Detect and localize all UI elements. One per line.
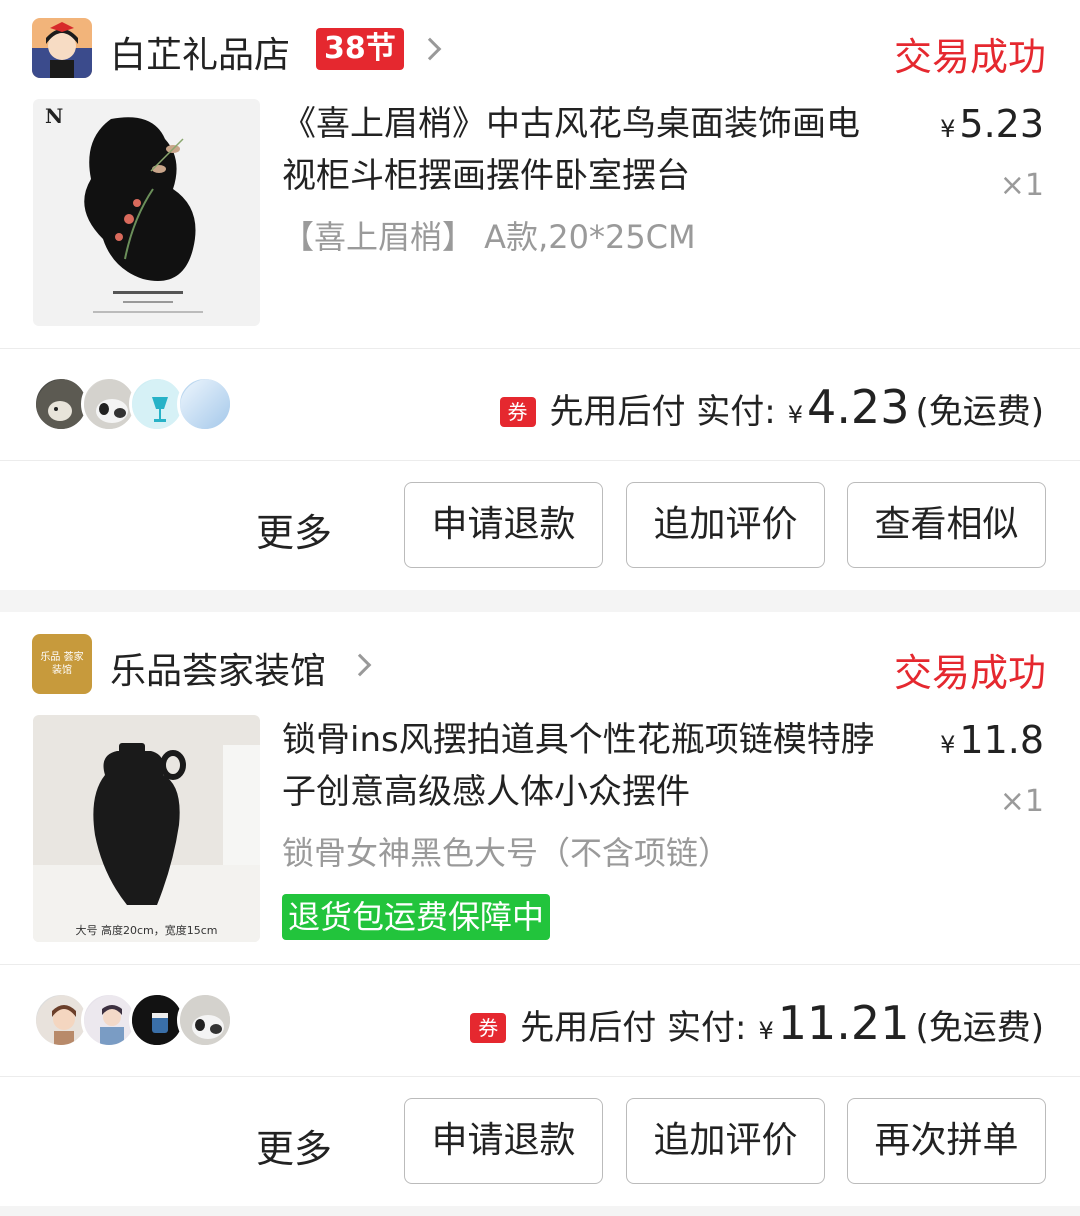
svg-text:N: N	[45, 104, 63, 128]
order-status: 交易成功	[893, 35, 1046, 79]
image-caption: 大号 高度20cm，宽度15cm	[75, 924, 218, 937]
coupon-icon: 券	[499, 397, 536, 427]
shop-logo[interactable]: 乐品 荟家装馆	[32, 634, 92, 694]
avatar	[177, 376, 233, 432]
shop-avatar[interactable]	[32, 18, 92, 78]
product-quantity: ×1	[999, 168, 1044, 203]
product-spec: 锁骨女神黑色大号（不含项链）	[282, 834, 731, 872]
divider	[0, 348, 1080, 349]
product-image[interactable]: 大号 高度20cm，宽度15cm	[33, 715, 260, 942]
product-price: ¥11.8	[940, 718, 1044, 762]
request-refund-button[interactable]: 申请退款	[404, 482, 603, 568]
shop-name[interactable]: 乐品荟家装馆	[110, 642, 326, 694]
price-value: 11.8	[959, 718, 1044, 762]
order-card: 乐品 荟家装馆 乐品荟家装馆 交易成功 大号 高度20cm，宽度15cm 锁骨i…	[0, 612, 1080, 1206]
more-button[interactable]: 更多	[256, 1118, 332, 1173]
add-review-button[interactable]: 追加评价	[626, 1098, 825, 1184]
paid-amount: 11.21	[777, 996, 910, 1050]
chevron-right-icon[interactable]	[418, 37, 442, 61]
order-card: 白芷礼品店 38节 交易成功 N 《喜上眉梢》中古风花鸟桌面装饰画电视柜斗柜摆画…	[0, 0, 1080, 590]
chevron-right-icon[interactable]	[348, 653, 372, 677]
pay-label: 先用后付 实付:	[549, 392, 776, 432]
product-spec: 【喜上眉梢】 A款,20*25CM	[282, 218, 696, 256]
divider	[0, 964, 1080, 965]
shipping-note: (免运费)	[915, 392, 1044, 432]
festival-badge: 38节	[316, 28, 404, 70]
shop-name[interactable]: 白芷礼品店	[110, 26, 290, 78]
avatar	[177, 992, 233, 1048]
currency-symbol: ¥	[758, 1017, 774, 1045]
currency-symbol: ¥	[940, 731, 956, 759]
divider	[0, 1076, 1080, 1077]
product-image[interactable]: N	[33, 99, 260, 326]
payment-summary: 券 先用后付 实付: ¥ 4.23 (免运费)	[499, 380, 1044, 434]
divider	[0, 460, 1080, 461]
add-review-button[interactable]: 追加评价	[626, 482, 825, 568]
view-similar-button[interactable]: 查看相似	[847, 482, 1046, 568]
shipping-guarantee-badge: 退货包运费保障中	[282, 894, 551, 940]
shipping-note: (免运费)	[915, 1008, 1044, 1048]
product-price: ¥5.23	[940, 102, 1044, 146]
request-refund-button[interactable]: 申请退款	[404, 1098, 603, 1184]
product-title[interactable]: 《喜上眉梢》中古风花鸟桌面装饰画电视柜斗柜摆画摆件卧室摆台	[282, 98, 882, 202]
payment-summary: 券 先用后付 实付: ¥ 11.21 (免运费)	[470, 996, 1044, 1050]
pay-label: 先用后付 实付:	[520, 1008, 747, 1048]
product-title[interactable]: 锁骨ins风摆拍道具个性花瓶项链模特脖子创意高级感人体小众摆件	[282, 714, 882, 818]
currency-symbol: ¥	[940, 115, 956, 143]
shop-logo-text: 乐品 荟家装馆	[40, 652, 84, 676]
currency-symbol: ¥	[787, 401, 804, 429]
order-status: 交易成功	[893, 651, 1046, 695]
reorder-group-button[interactable]: 再次拼单	[847, 1098, 1046, 1184]
coupon-icon: 券	[470, 1013, 507, 1043]
more-button[interactable]: 更多	[256, 502, 332, 557]
price-value: 5.23	[959, 102, 1044, 146]
paid-amount: 4.23	[807, 380, 910, 434]
product-quantity: ×1	[999, 784, 1044, 819]
